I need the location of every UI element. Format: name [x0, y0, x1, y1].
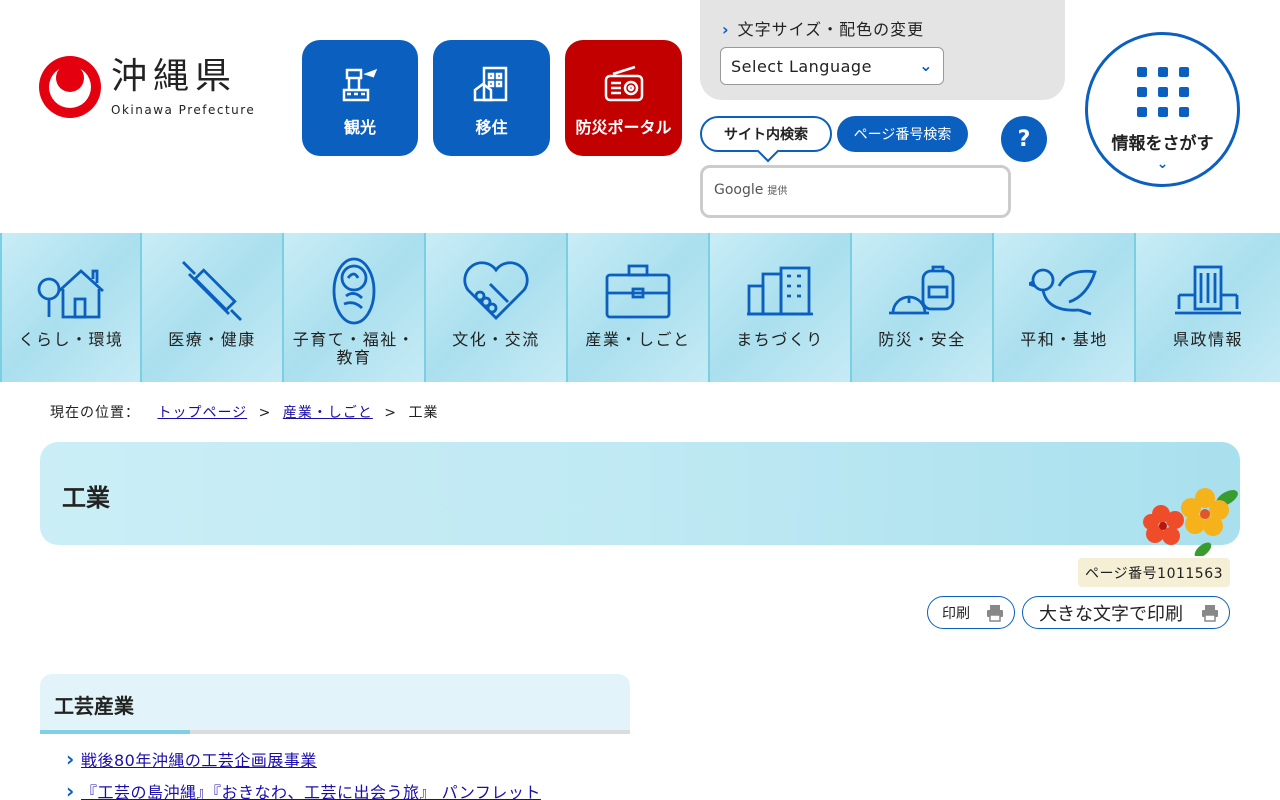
- chevron-right-icon: ›: [722, 20, 730, 39]
- print-button[interactable]: 印刷: [927, 596, 1015, 629]
- page-title: 工業: [62, 484, 110, 512]
- relocation-label: 移住: [475, 118, 508, 137]
- breadcrumb-prefix: 現在の位置：: [50, 405, 140, 421]
- search-input[interactable]: Google 提供: [700, 165, 1011, 218]
- helmet-bag-icon: [889, 265, 955, 315]
- handshake-heart-icon: [463, 261, 529, 320]
- list-item: 『工芸の島沖縄』『おきなわ、工芸に出会う旅』 パンフレット: [66, 779, 541, 800]
- print-large-text-button[interactable]: 大きな文字で印刷: [1022, 596, 1230, 629]
- nav-item-safety[interactable]: 防災・安全: [852, 233, 994, 382]
- government-building-icon: [1175, 265, 1241, 315]
- relocation-button[interactable]: 移住: [433, 40, 550, 156]
- logo-title: 沖縄県: [111, 56, 238, 97]
- nav-item-town[interactable]: まちづくり: [710, 233, 852, 382]
- printer-icon: [987, 605, 1003, 622]
- nav-item-peace[interactable]: 平和・基地: [994, 233, 1136, 382]
- page-number-badge: ページ番号1011563: [1078, 558, 1230, 587]
- printer-icon: [1202, 605, 1218, 622]
- syringe-icon: [182, 261, 242, 321]
- nav-item-health[interactable]: 医療・健康: [142, 233, 284, 382]
- accessibility-panel: › 文字サイズ・配色の変更 Select Language ⌄: [700, 0, 1065, 100]
- section-link-list: 戦後80年沖縄の工芸企画展事業 『工芸の島沖縄』『おきなわ、工芸に出会う旅』 パ…: [66, 747, 541, 800]
- disaster-portal-button[interactable]: 防災ポータル: [565, 40, 682, 156]
- nav-item-childcare[interactable]: 子育て・福祉・ 教育: [284, 233, 426, 382]
- disaster-portal-label: 防災ポータル: [575, 118, 672, 137]
- nav-item-living[interactable]: くらし・環境: [0, 233, 142, 382]
- info-search-label: 情報をさがす: [1111, 134, 1214, 154]
- hibiscus-icon: [1143, 488, 1238, 556]
- chevron-down-icon: ⌄: [1156, 156, 1169, 172]
- chevron-down-icon: ⌄: [919, 56, 933, 75]
- nav-item-culture[interactable]: 文化・交流: [426, 233, 568, 382]
- baby-icon: [332, 257, 376, 325]
- breadcrumb-current: 工業: [408, 405, 439, 421]
- section-link[interactable]: 『工芸の島沖縄』『おきなわ、工芸に出会う旅』 パンフレット: [81, 783, 541, 800]
- site-logo[interactable]: 沖縄県 Okinawa Prefecture: [39, 56, 255, 118]
- briefcase-icon: [605, 264, 671, 319]
- section-heading: 工芸産業: [54, 694, 134, 718]
- language-select[interactable]: Select Language ⌄: [720, 47, 944, 85]
- info-search-button[interactable]: 情報をさがす ⌄: [1085, 32, 1240, 187]
- section-heading-box: 工芸産業: [40, 674, 630, 734]
- breadcrumb: 現在の位置： トップページ > 産業・しごと > 工業: [50, 405, 439, 421]
- house-tree-icon: [37, 269, 104, 319]
- breadcrumb-link-top[interactable]: トップページ: [157, 405, 247, 421]
- list-item: 戦後80年沖縄の工芸企画展事業: [66, 747, 541, 781]
- logo-subtitle: Okinawa Prefecture: [111, 103, 256, 117]
- tab-page-number-search[interactable]: ページ番号検索: [837, 116, 968, 152]
- section-link[interactable]: 戦後80年沖縄の工芸企画展事業: [81, 751, 317, 770]
- breadcrumb-link-industry[interactable]: 産業・しごと: [283, 405, 373, 421]
- global-navigation: くらし・環境 医療・健康 子育て・福祉・ 教育 文化・交流 産業・しごと まちづ…: [0, 233, 1280, 382]
- observation-tower-icon: [342, 68, 378, 102]
- tab-site-search[interactable]: サイト内検索: [700, 116, 832, 152]
- tourism-button[interactable]: 観光: [302, 40, 418, 156]
- font-color-settings-link[interactable]: › 文字サイズ・配色の変更: [722, 16, 924, 40]
- grid-menu-icon: [1136, 67, 1189, 117]
- nav-item-industry[interactable]: 産業・しごと: [568, 233, 710, 382]
- radio-icon: [604, 65, 643, 102]
- buildings-icon: [747, 266, 813, 316]
- google-branding: Google 提供: [714, 182, 788, 198]
- house-icon: [473, 66, 507, 102]
- search-help-button[interactable]: ?: [1001, 116, 1047, 162]
- tourism-label: 観光: [343, 118, 376, 137]
- prefecture-emblem-icon: [39, 56, 101, 118]
- page-title-banner: 工業: [40, 442, 1240, 545]
- nav-item-government[interactable]: 県政情報: [1136, 233, 1280, 382]
- dove-icon: [1029, 268, 1097, 316]
